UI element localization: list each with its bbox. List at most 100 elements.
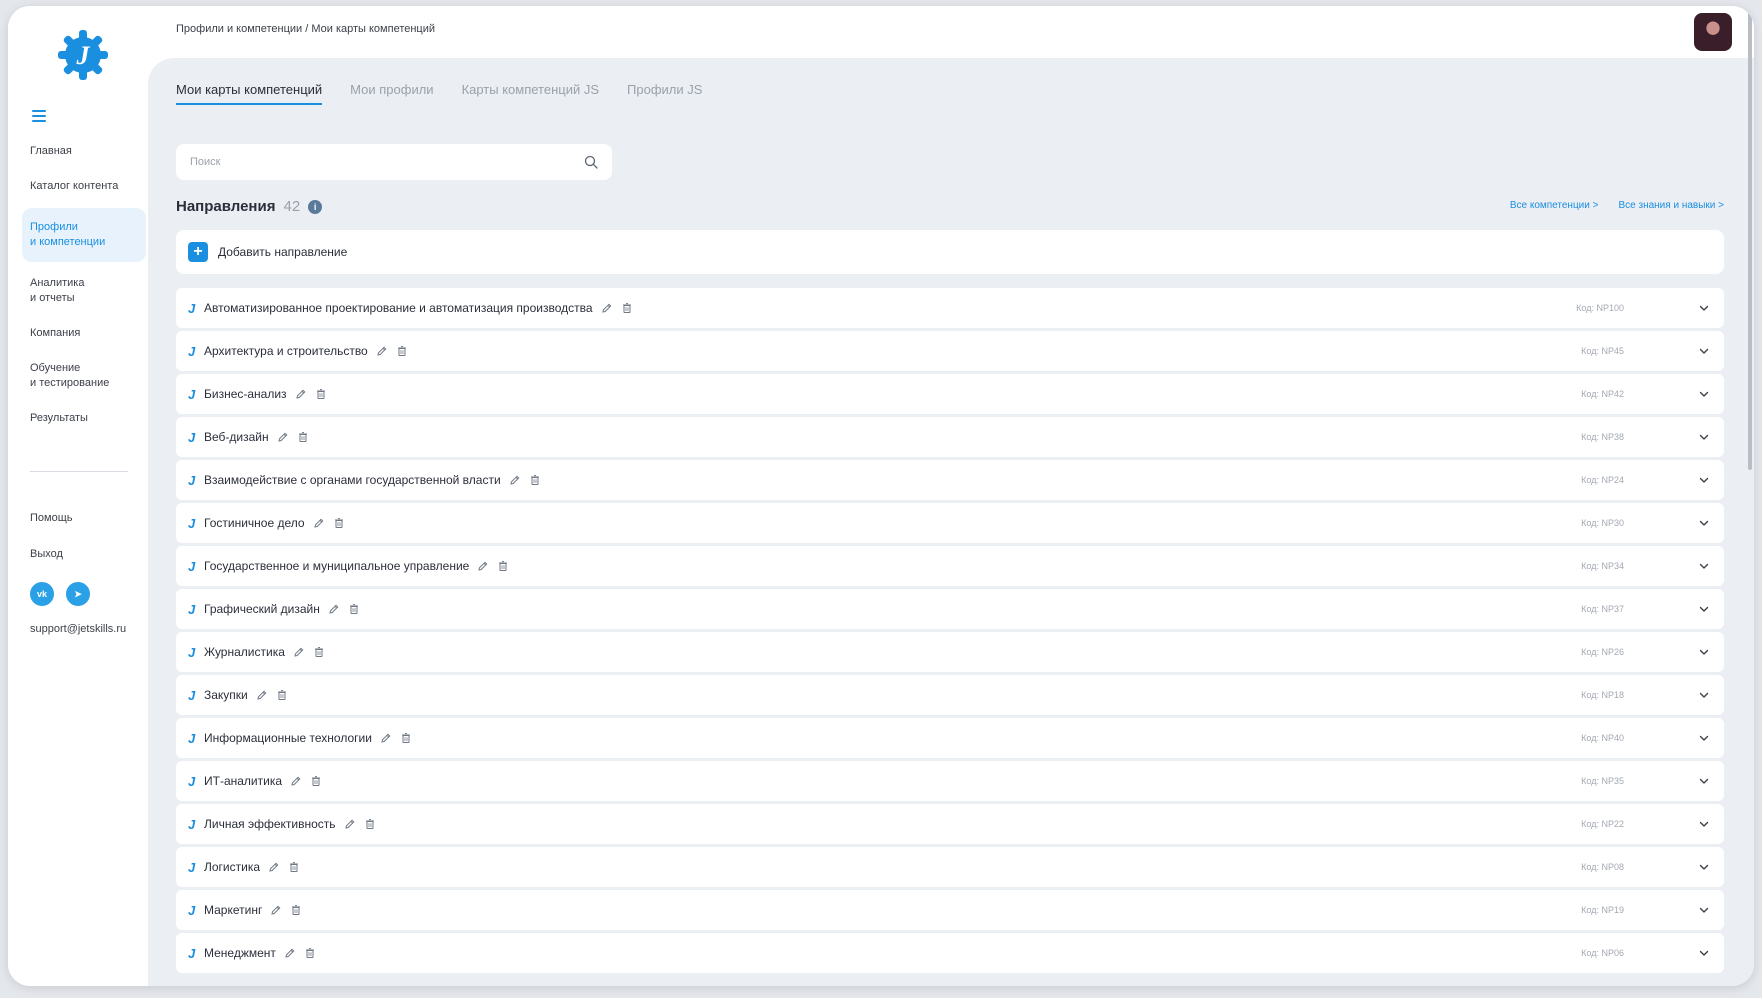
chevron-down-icon[interactable] — [1698, 517, 1710, 529]
chevron-down-icon[interactable] — [1698, 345, 1710, 357]
sidebar-item-home[interactable]: Главная — [22, 138, 146, 165]
edit-icon[interactable] — [284, 947, 296, 959]
trash-icon[interactable] — [400, 732, 412, 744]
direction-name: Менеджмент — [204, 946, 276, 960]
chevron-down-icon[interactable] — [1698, 775, 1710, 787]
list-item[interactable]: J ИТ-аналитика Код: NP35 — [176, 761, 1724, 801]
sidebar-item-catalog[interactable]: Каталог контента — [22, 173, 146, 200]
app-window: J Главная Каталог контента Профили и ком… — [8, 6, 1754, 986]
trash-icon[interactable] — [348, 603, 360, 615]
trash-icon[interactable] — [297, 431, 309, 443]
edit-icon[interactable] — [477, 560, 489, 572]
vk-icon[interactable]: vk — [30, 582, 54, 606]
edit-icon[interactable] — [293, 646, 305, 658]
scrollbar[interactable] — [1748, 10, 1752, 470]
info-icon[interactable]: i — [308, 199, 323, 214]
list-item[interactable]: J Веб-дизайн Код: NP38 — [176, 417, 1724, 457]
trash-icon[interactable] — [396, 345, 408, 357]
list-item[interactable]: J Логистика Код: NP08 — [176, 847, 1724, 887]
direction-name: Взаимодействие с органами государственно… — [204, 473, 501, 487]
edit-icon[interactable] — [601, 302, 613, 314]
trash-icon[interactable] — [290, 904, 302, 916]
sidebar-item-analytics[interactable]: Аналитика и отчеты — [22, 270, 146, 312]
chevron-down-icon[interactable] — [1698, 818, 1710, 830]
chevron-down-icon[interactable] — [1698, 560, 1710, 572]
help-link[interactable]: Помощь — [30, 512, 73, 524]
telegram-icon[interactable]: ➤ — [66, 582, 90, 606]
edit-icon[interactable] — [268, 861, 280, 873]
tab-js-competency-maps[interactable]: Карты компетенций JS — [462, 82, 599, 105]
edit-icon[interactable] — [270, 904, 282, 916]
edit-icon[interactable] — [344, 818, 356, 830]
list-item[interactable]: J Архитектура и строительство Код: NP45 — [176, 331, 1724, 371]
tab-my-profiles[interactable]: Мои профили — [350, 82, 433, 105]
edit-icon[interactable] — [256, 689, 268, 701]
trash-icon[interactable] — [288, 861, 300, 873]
avatar[interactable] — [1694, 13, 1732, 51]
chevron-down-icon[interactable] — [1698, 904, 1710, 916]
main-content: Мои карты компетенций Мои профили Карты … — [148, 58, 1754, 986]
trash-icon[interactable] — [497, 560, 509, 572]
edit-icon[interactable] — [328, 603, 340, 615]
sidebar-item-profiles[interactable]: Профили и компетенции — [22, 208, 146, 262]
list-item[interactable]: J Государственное и муниципальное управл… — [176, 546, 1724, 586]
list-item[interactable]: J Гостиничное дело Код: NP30 — [176, 503, 1724, 543]
list-item[interactable]: J Взаимодействие с органами государствен… — [176, 460, 1724, 500]
search-icon[interactable] — [584, 155, 598, 169]
chevron-down-icon[interactable] — [1698, 388, 1710, 400]
trash-icon[interactable] — [315, 388, 327, 400]
edit-icon[interactable] — [376, 345, 388, 357]
chevron-down-icon[interactable] — [1698, 431, 1710, 443]
search-input[interactable] — [190, 156, 584, 168]
direction-marker: J — [188, 687, 196, 703]
trash-icon[interactable] — [364, 818, 376, 830]
sidebar-item-learning[interactable]: Обучение и тестирование — [22, 355, 146, 397]
chevron-down-icon[interactable] — [1698, 861, 1710, 873]
menu-toggle-icon[interactable] — [32, 110, 46, 122]
list-item[interactable]: J Закупки Код: NP18 — [176, 675, 1724, 715]
edit-icon[interactable] — [290, 775, 302, 787]
direction-code: Код: NP08 — [1581, 862, 1624, 872]
edit-icon[interactable] — [295, 388, 307, 400]
chevron-down-icon[interactable] — [1698, 603, 1710, 615]
sidebar-item-company[interactable]: Компания — [22, 320, 146, 347]
edit-icon[interactable] — [380, 732, 392, 744]
add-direction-button[interactable]: + Добавить направление — [176, 230, 1724, 274]
direction-marker: J — [188, 343, 196, 359]
list-item[interactable]: J Бизнес-анализ Код: NP42 — [176, 374, 1724, 414]
list-item[interactable]: J Личная эффективность Код: NP22 — [176, 804, 1724, 844]
trash-icon[interactable] — [276, 689, 288, 701]
chevron-down-icon[interactable] — [1698, 474, 1710, 486]
all-competencies-link[interactable]: Все компетенции > — [1510, 200, 1599, 211]
list-item[interactable]: J Графический дизайн Код: NP37 — [176, 589, 1724, 629]
edit-icon[interactable] — [313, 517, 325, 529]
trash-icon[interactable] — [333, 517, 345, 529]
breadcrumb[interactable]: Профили и компетенции / Мои карты компет… — [176, 23, 435, 35]
support-email[interactable]: support@jetskills.ru — [30, 623, 126, 635]
edit-icon[interactable] — [277, 431, 289, 443]
chevron-down-icon[interactable] — [1698, 646, 1710, 658]
direction-marker: J — [188, 773, 196, 789]
all-skills-link[interactable]: Все знания и навыки > — [1618, 200, 1724, 211]
tab-my-competency-maps[interactable]: Мои карты компетенций — [176, 82, 323, 105]
logo-gear-icon[interactable]: J — [56, 28, 110, 82]
list-item[interactable]: J Маркетинг Код: NP19 — [176, 890, 1724, 930]
list-item[interactable]: J Автоматизированное проектирование и ав… — [176, 288, 1724, 328]
trash-icon[interactable] — [304, 947, 316, 959]
trash-icon[interactable] — [529, 474, 541, 486]
logout-link[interactable]: Выход — [30, 548, 63, 560]
chevron-down-icon[interactable] — [1698, 689, 1710, 701]
list-item[interactable]: J Информационные технологии Код: NP40 — [176, 718, 1724, 758]
chevron-down-icon[interactable] — [1698, 302, 1710, 314]
chevron-down-icon[interactable] — [1698, 732, 1710, 744]
chevron-down-icon[interactable] — [1698, 947, 1710, 959]
list-item[interactable]: J Менеджмент Код: NP06 — [176, 933, 1724, 973]
edit-icon[interactable] — [509, 474, 521, 486]
sidebar-item-results[interactable]: Результаты — [22, 405, 146, 432]
list-item[interactable]: J Журналистика Код: NP26 — [176, 632, 1724, 672]
tab-js-profiles[interactable]: Профили JS — [627, 82, 702, 105]
trash-icon[interactable] — [621, 302, 633, 314]
direction-code: Код: NP42 — [1581, 389, 1624, 399]
trash-icon[interactable] — [313, 646, 325, 658]
trash-icon[interactable] — [310, 775, 322, 787]
